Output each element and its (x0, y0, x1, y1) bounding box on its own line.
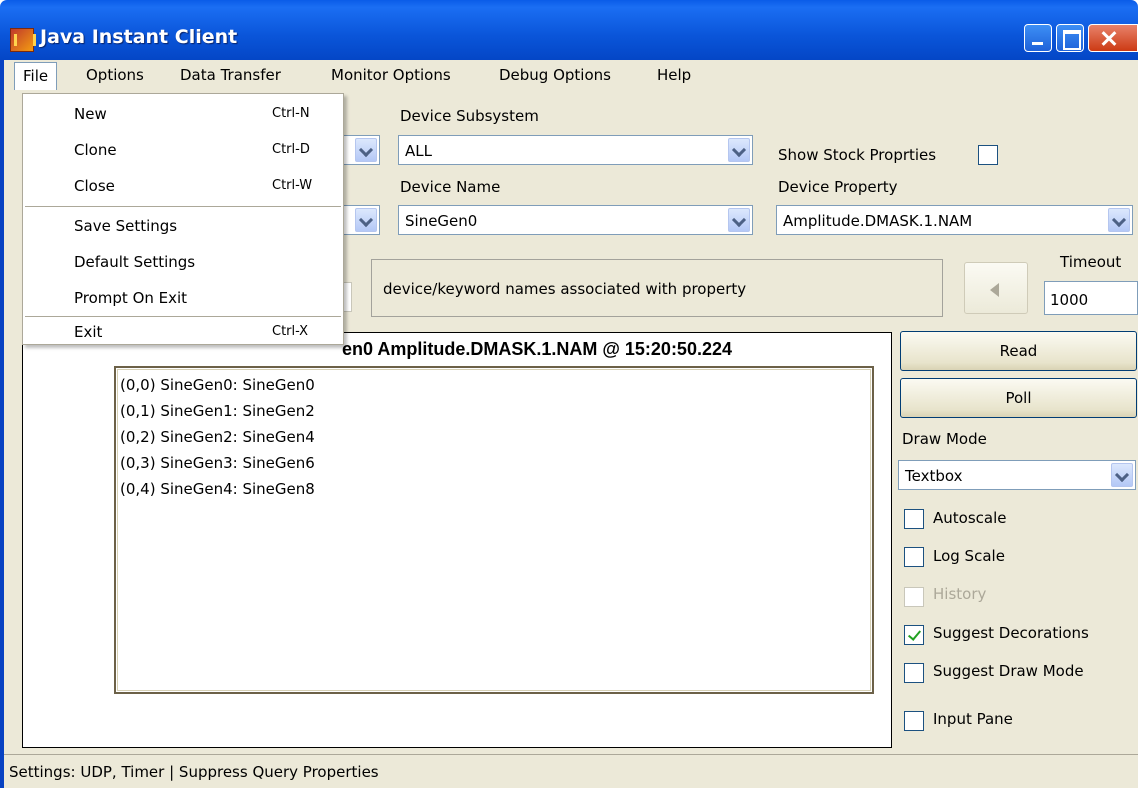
data-line: (0,1) SineGen1: SineGen2 (120, 402, 315, 420)
title-bar: Java Instant Client (0, 0, 1138, 60)
chevron-down-icon[interactable] (1108, 208, 1130, 232)
menu-data-transfer[interactable]: Data Transfer (180, 66, 281, 84)
data-line: (0,2) SineGen2: SineGen4 (120, 428, 315, 446)
device-property-combo[interactable]: Amplitude.DMASK.1.NAM (776, 205, 1133, 235)
menu-file[interactable]: File (14, 62, 58, 90)
file-menu-clone[interactable]: Clone Ctrl-D (23, 134, 343, 166)
menu-item-label: Clone (74, 141, 117, 159)
minimize-button[interactable] (1024, 24, 1052, 52)
menu-bar: File Options Data Transfer Monitor Optio… (4, 60, 1138, 92)
menu-item-label: Prompt On Exit (74, 289, 188, 307)
read-button[interactable]: Read (900, 331, 1137, 371)
chevron-down-icon[interactable] (355, 208, 377, 232)
textbox-output: (0,0) SineGen0: SineGen0 (0,1) SineGen1:… (114, 366, 874, 694)
input-pane-label: Input Pane (933, 710, 1013, 728)
show-stock-checkbox[interactable] (978, 145, 998, 165)
device-property-label: Device Property (778, 178, 898, 196)
app-icon (10, 28, 36, 52)
property-description: device/keyword names associated with pro… (383, 280, 747, 298)
window-title: Java Instant Client (40, 26, 238, 48)
file-menu-exit[interactable]: Exit Ctrl-X (23, 318, 343, 350)
device-name-combo[interactable]: SineGen0 (398, 205, 753, 235)
file-menu-new[interactable]: New Ctrl-N (23, 98, 343, 130)
history-checkbox[interactable] (904, 587, 924, 607)
log-scale-label: Log Scale (933, 547, 1005, 565)
autoscale-label: Autoscale (933, 509, 1007, 527)
display-title: en0 Amplitude.DMASK.1.NAM @ 15:20:50.224 (342, 339, 732, 359)
menu-item-shortcut: Ctrl-X (272, 324, 309, 339)
subsystem-value: ALL (405, 142, 432, 160)
chevron-down-icon[interactable] (728, 138, 750, 162)
file-menu-close[interactable]: Close Ctrl-W (23, 170, 343, 202)
poll-button[interactable]: Poll (900, 378, 1137, 418)
device-property-value: Amplitude.DMASK.1.NAM (783, 212, 973, 230)
chevron-down-icon[interactable] (355, 138, 377, 162)
show-stock-label: Show Stock Proprties (778, 146, 937, 164)
data-line: (0,0) SineGen0: SineGen0 (120, 376, 315, 394)
chevron-down-icon[interactable] (728, 208, 750, 232)
close-window-button[interactable] (1088, 24, 1138, 52)
menu-monitor-options[interactable]: Monitor Options (331, 66, 451, 84)
device-name-label: Device Name (400, 178, 501, 196)
timeout-label: Timeout (1060, 253, 1122, 271)
menu-debug-options[interactable]: Debug Options (499, 66, 611, 84)
data-line: (0,3) SineGen3: SineGen6 (120, 454, 315, 472)
back-arrow-button[interactable] (964, 262, 1028, 314)
history-label: History (933, 585, 987, 603)
autoscale-checkbox[interactable] (904, 509, 924, 529)
data-line: (0,4) SineGen4: SineGen8 (120, 480, 315, 498)
status-text: Settings: UDP, Timer | Suppress Query Pr… (9, 763, 379, 781)
status-bar: Settings: UDP, Timer | Suppress Query Pr… (4, 754, 1138, 788)
menu-separator (25, 316, 341, 317)
timeout-value: 1000 (1050, 291, 1089, 309)
subsystem-combo[interactable]: ALL (398, 135, 753, 165)
file-menu-prompt-on-exit[interactable]: Prompt On Exit (23, 282, 343, 314)
timeout-input[interactable]: 1000 (1044, 281, 1138, 315)
chevron-down-icon[interactable] (1111, 463, 1133, 487)
menu-item-shortcut: Ctrl-N (272, 106, 310, 121)
file-menu-dropdown: New Ctrl-N Clone Ctrl-D Close Ctrl-W Sav… (22, 93, 344, 345)
menu-options[interactable]: Options (86, 66, 144, 84)
draw-mode-combo[interactable]: Textbox (898, 460, 1136, 490)
menu-item-label: Save Settings (74, 217, 178, 235)
menu-item-shortcut: Ctrl-D (272, 142, 310, 157)
subsystem-label: Device Subsystem (400, 107, 539, 125)
input-pane-checkbox[interactable] (904, 711, 924, 731)
file-menu-default-settings[interactable]: Default Settings (23, 246, 343, 278)
log-scale-checkbox[interactable] (904, 547, 924, 567)
menu-item-label: Exit (74, 323, 103, 341)
suggest-draw-mode-checkbox[interactable] (904, 663, 924, 683)
menu-separator (25, 206, 341, 207)
menu-item-label: Close (74, 177, 115, 195)
menu-item-shortcut: Ctrl-W (272, 178, 313, 193)
property-description-box: device/keyword names associated with pro… (371, 259, 943, 317)
menu-item-label: New (74, 105, 107, 123)
menu-help[interactable]: Help (657, 66, 691, 84)
menu-item-label: Default Settings (74, 253, 196, 271)
maximize-button[interactable] (1056, 24, 1084, 52)
suggest-decorations-label: Suggest Decorations (933, 624, 1089, 642)
device-name-value: SineGen0 (405, 212, 478, 230)
suggest-decorations-checkbox[interactable] (904, 625, 924, 645)
file-menu-save-settings[interactable]: Save Settings (23, 210, 343, 242)
draw-mode-label: Draw Mode (902, 430, 987, 448)
suggest-draw-mode-label: Suggest Draw Mode (933, 662, 1084, 680)
draw-mode-value: Textbox (905, 467, 963, 485)
